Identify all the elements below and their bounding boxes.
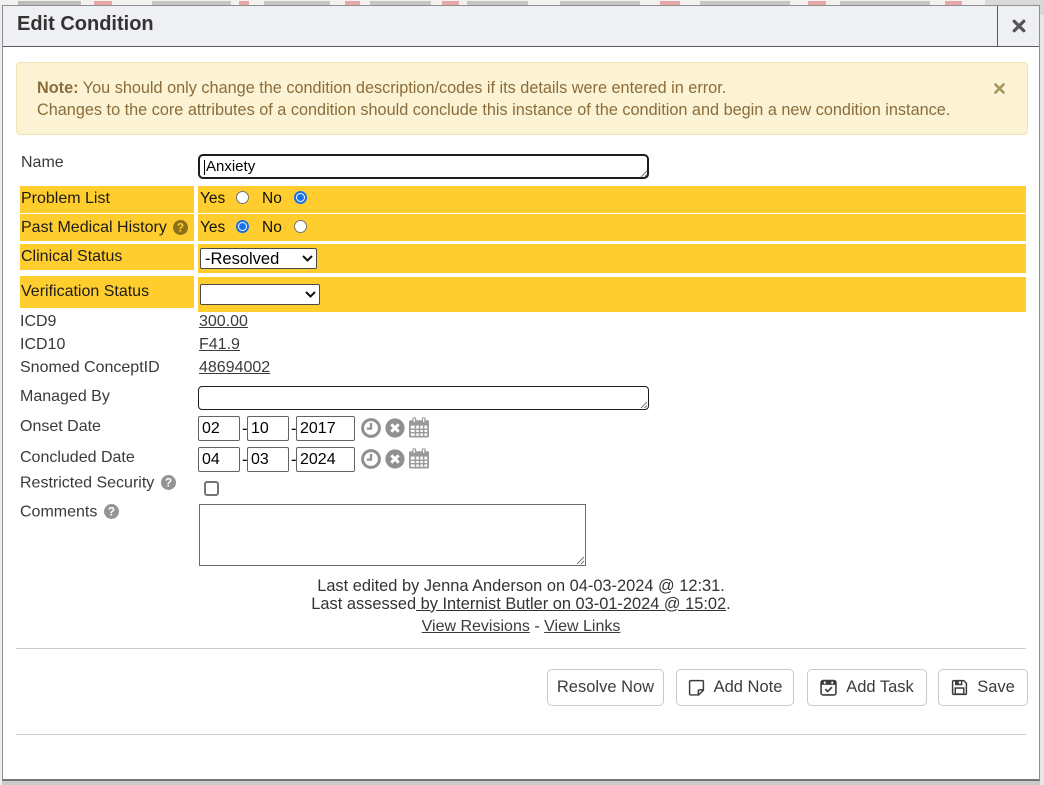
svg-text:?: ? (165, 475, 172, 489)
svg-text:?: ? (177, 220, 184, 234)
svg-text:?: ? (108, 504, 115, 518)
